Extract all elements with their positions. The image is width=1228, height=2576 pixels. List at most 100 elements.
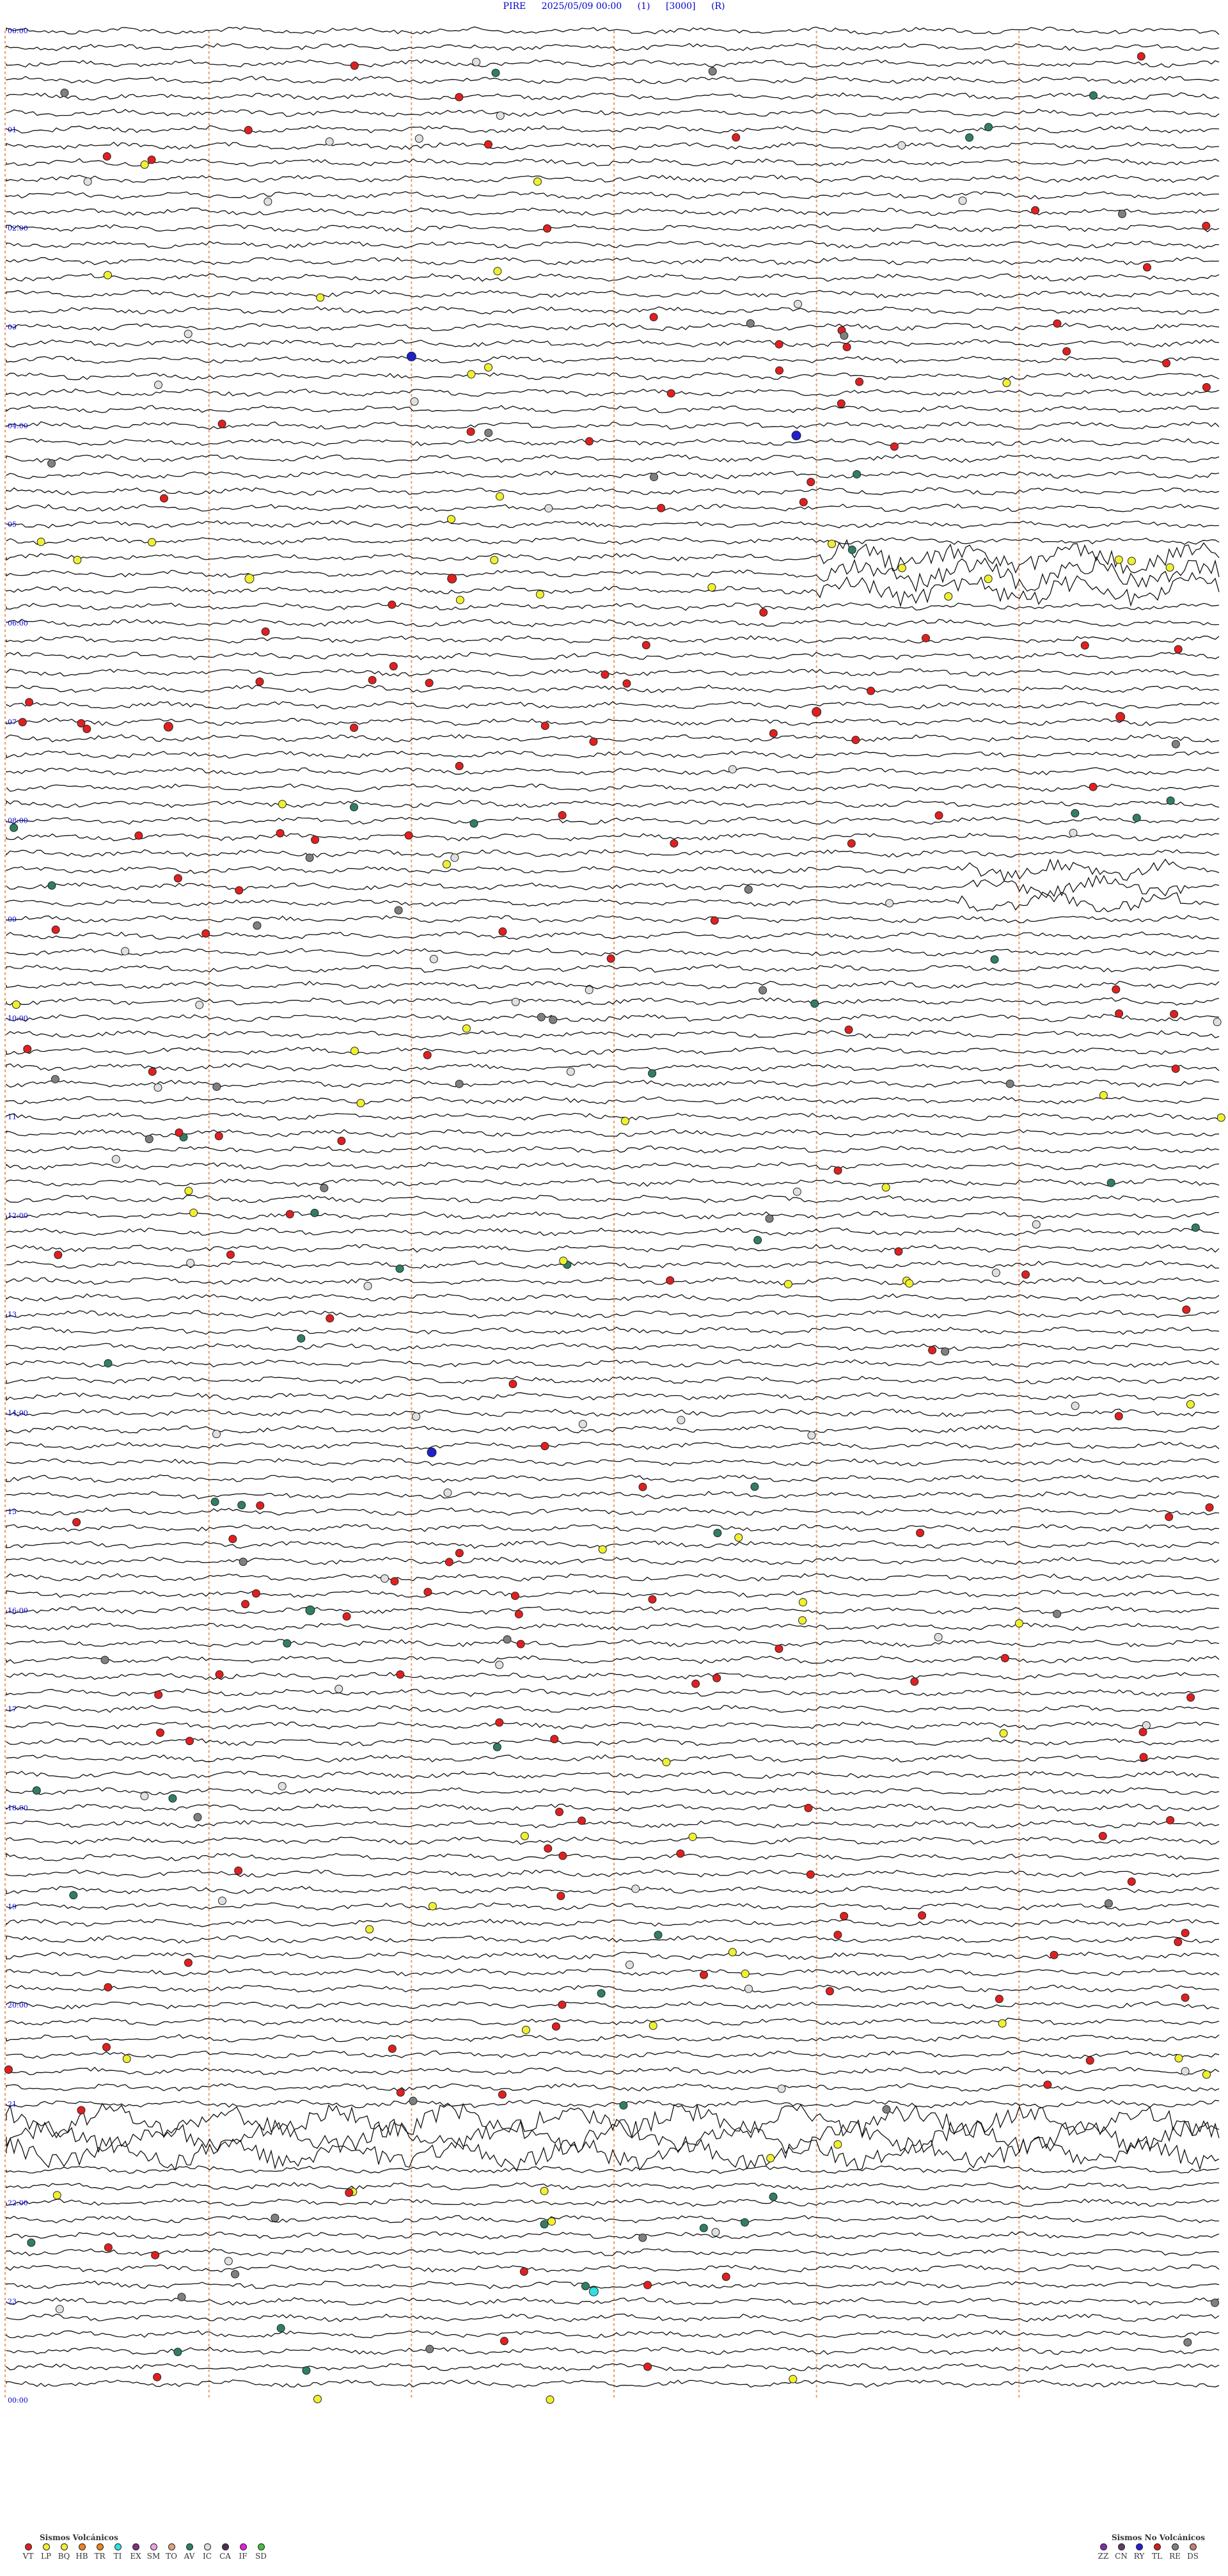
legend-dot-icon [78, 2543, 86, 2550]
event-marker-re [638, 2233, 647, 2242]
event-marker-av [1166, 796, 1175, 805]
event-marker-vt [217, 420, 226, 429]
event-marker-av [283, 1639, 292, 1648]
trace-line [6, 1047, 1220, 1055]
event-marker-vt [423, 1050, 432, 1059]
event-marker-vt [77, 2106, 86, 2115]
event-marker-ic [794, 299, 803, 308]
hour-tick-label: 23 [8, 2298, 17, 2306]
trace-line [6, 1441, 1220, 1450]
event-marker-vt [1021, 1270, 1030, 1279]
event-marker-re [394, 906, 403, 915]
trace-line [6, 2083, 1220, 2092]
trace-line [6, 26, 1220, 35]
event-marker-lp [73, 555, 82, 564]
legend-item-sd: SD [253, 2543, 269, 2561]
event-marker-vt [799, 498, 808, 507]
event-marker-ic [544, 504, 553, 513]
event-marker-vt [173, 874, 182, 883]
event-marker-vt [255, 677, 264, 686]
event-marker-av [581, 2282, 590, 2291]
event-marker-vt [215, 1670, 224, 1679]
event-marker-re [1211, 2298, 1220, 2307]
trace-line [6, 355, 1220, 364]
event-marker-ic [1069, 828, 1078, 837]
trace-line [6, 1228, 1220, 1237]
trace-line [6, 2165, 1220, 2174]
event-marker-vt [508, 1380, 517, 1389]
trace-line [6, 1063, 1220, 1071]
event-marker-vt [404, 831, 413, 840]
trace-line [6, 734, 1220, 743]
event-marker-re [47, 459, 56, 468]
trace-line [6, 2050, 1220, 2059]
event-marker-vt [775, 340, 783, 349]
event-marker-vt [585, 437, 594, 446]
event-marker-vt [840, 1911, 849, 1920]
event-marker-vt [466, 427, 475, 436]
trace-line [6, 947, 1220, 957]
legend-code-label: TL [1152, 2552, 1162, 2561]
event-marker-re [765, 1214, 774, 1223]
event-marker-vt [842, 342, 851, 351]
event-marker-vt [1174, 1938, 1183, 1947]
event-marker-re [253, 921, 262, 930]
event-marker-vt [1114, 1412, 1123, 1421]
event-marker-vt [666, 1276, 675, 1285]
event-marker-vt [928, 1346, 937, 1355]
event-marker-vt [657, 503, 666, 512]
hour-tick-label: 22:00 [8, 2199, 28, 2207]
event-marker-vt [804, 1803, 813, 1812]
event-marker-vt [922, 634, 931, 643]
event-marker-vt [342, 1612, 351, 1621]
legend-item-ry: RY [1131, 2543, 1147, 2561]
event-marker-ic [496, 111, 505, 120]
event-marker-vt [1139, 1753, 1148, 1762]
hour-tick-label: 17 [8, 1705, 17, 1714]
trace-line [6, 289, 1220, 299]
legend-code-label: HB [75, 2552, 88, 2561]
event-marker-ic [885, 899, 894, 908]
helicorder-plot: 00:00 01 02:00 03 04:00 05 06:00 07 08:00 09 10:00… [4, 26, 1225, 2405]
trace-line [6, 668, 1220, 677]
event-marker-vt [184, 1958, 193, 1967]
legend-code-label: TI [113, 2552, 122, 2561]
trace-line [6, 2296, 1220, 2306]
event-marker-vt [691, 1679, 700, 1688]
event-marker-vt [72, 1518, 81, 1527]
event-marker-vt [1138, 1728, 1147, 1737]
event-marker-vt [1182, 1305, 1191, 1314]
event-marker-av [1132, 814, 1141, 823]
trace-line [6, 1540, 1220, 1549]
event-marker-vt [396, 2088, 405, 2097]
event-marker-vt [455, 93, 464, 102]
event-marker-vt [498, 2090, 507, 2099]
event-marker-vt [833, 1931, 842, 1940]
event-marker-vt [642, 641, 650, 650]
event-marker-vt [995, 1995, 1004, 2003]
trace-line [6, 1968, 1220, 1977]
event-marker-lp [1186, 1400, 1195, 1409]
trace-line [6, 619, 1220, 628]
hour-tick-label: 12:00 [8, 1212, 28, 1220]
event-marker-ic [677, 1416, 686, 1425]
event-marker-re [746, 319, 755, 328]
hour-tick-label: 09 [8, 915, 17, 924]
event-marker-lp [521, 2025, 530, 2034]
event-marker-av [847, 545, 856, 554]
trace-line [6, 816, 1220, 825]
event-marker-vt [556, 1892, 565, 1900]
event-marker-ic [631, 1885, 640, 1893]
trace-line [6, 2018, 1220, 2026]
event-marker-vt [445, 1558, 453, 1567]
trace-line [6, 273, 1220, 282]
legend-item-bq: BQ [56, 2543, 72, 2561]
event-marker-ic [1213, 1018, 1222, 1027]
event-marker-vt [648, 1595, 657, 1604]
event-marker-vt [228, 1535, 237, 1544]
event-marker-vt [234, 1866, 243, 1875]
event-marker-vt [833, 1166, 842, 1175]
event-marker-re [239, 1558, 248, 1567]
event-marker-re [212, 1082, 221, 1091]
trace-line [6, 2248, 1220, 2257]
